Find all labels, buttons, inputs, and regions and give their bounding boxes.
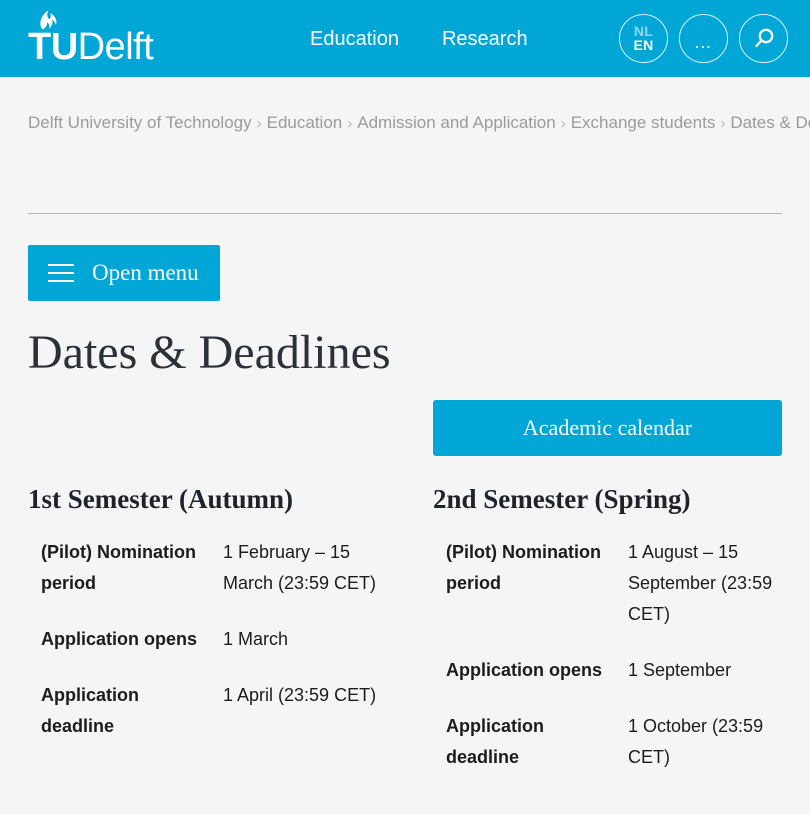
breadcrumb-item-3[interactable]: Exchange students	[571, 113, 716, 132]
page-title: Dates & Deadlines	[28, 326, 391, 379]
breadcrumb-separator: ›	[347, 115, 353, 132]
open-menu-label: Open menu	[92, 260, 199, 285]
breadcrumb-item-0[interactable]: Delft University of Technology	[28, 113, 252, 132]
breadcrumb-separator: ›	[560, 115, 566, 132]
nav-item-education[interactable]: Education	[310, 26, 399, 52]
primary-nav: Education Research	[310, 26, 528, 52]
breadcrumb-separator: ›	[720, 115, 726, 132]
semesters-container: 1st Semester (Autumn) (Pilot) Nomination…	[0, 483, 810, 798]
search-icon	[754, 28, 773, 47]
header-actions: NL EN …	[619, 14, 788, 63]
row-label: Application opens	[446, 660, 603, 680]
row-value: 1 March	[223, 629, 289, 649]
deadlines-table: (Pilot) Nomination period 1 August – 15 …	[433, 537, 810, 798]
site-header: TUDelft Education Research NL EN …	[0, 0, 810, 77]
row-value: 1 August – 15 September (23:59 CET)	[628, 542, 773, 624]
language-option-nl: NL	[633, 23, 654, 39]
breadcrumb-item-1[interactable]: Education	[267, 113, 343, 132]
academic-calendar-button[interactable]: Academic calendar	[433, 400, 782, 456]
breadcrumb-item-current: Dates & Deadlines	[730, 113, 810, 132]
table-row: (Pilot) Nomination period 1 February – 1…	[28, 537, 385, 624]
table-row: Application deadline 1 October (23:59 CE…	[433, 711, 810, 798]
row-label: (Pilot) Nomination period	[41, 542, 196, 593]
row-value: 1 October (23:59 CET)	[628, 716, 764, 767]
semester-column-autumn: 1st Semester (Autumn) (Pilot) Nomination…	[0, 483, 405, 798]
logo-delft: Delft	[77, 26, 154, 68]
row-value: 1 September	[628, 660, 732, 680]
content-divider	[28, 213, 782, 214]
open-menu-button[interactable]: Open menu	[28, 245, 220, 301]
row-label: Application deadline	[41, 685, 139, 736]
breadcrumb: Delft University of Technology › Education…	[28, 104, 810, 143]
tudelft-logo[interactable]: TUDelft	[28, 6, 208, 68]
row-label: (Pilot) Nomination period	[446, 542, 601, 593]
table-row: Application deadline 1 April (23:59 CET)	[28, 680, 385, 767]
more-menu-button[interactable]: …	[679, 14, 728, 63]
row-label: Application opens	[41, 629, 198, 649]
search-button[interactable]	[739, 14, 788, 63]
semester-heading: 1st Semester (Autumn)	[28, 484, 293, 514]
language-option-en: EN	[633, 37, 654, 53]
row-value: 1 April (23:59 CET)	[223, 685, 377, 705]
table-row: Application opens 1 September	[433, 655, 810, 711]
logo-wordmark: TUDelft	[28, 26, 154, 68]
breadcrumb-item-2[interactable]: Admission and Application	[357, 113, 555, 132]
hamburger-icon	[48, 264, 74, 282]
semester-column-spring: 2nd Semester (Spring) (Pilot) Nomination…	[405, 483, 810, 798]
table-row: (Pilot) Nomination period 1 August – 15 …	[433, 537, 810, 655]
nav-item-research[interactable]: Research	[442, 26, 528, 52]
row-value: 1 February – 15 March (23:59 CET)	[223, 542, 377, 593]
deadlines-table: (Pilot) Nomination period 1 February – 1…	[28, 537, 385, 767]
logo-tu: TU	[28, 26, 78, 68]
table-row: Application opens 1 March	[28, 624, 385, 680]
semester-heading: 2nd Semester (Spring)	[433, 484, 691, 514]
breadcrumb-separator: ›	[256, 115, 262, 132]
page-root: TUDelft Education Research NL EN … Delft…	[0, 0, 810, 814]
ellipsis-icon: …	[693, 31, 714, 52]
language-switch-button[interactable]: NL EN	[619, 14, 668, 63]
row-label: Application deadline	[446, 716, 544, 767]
